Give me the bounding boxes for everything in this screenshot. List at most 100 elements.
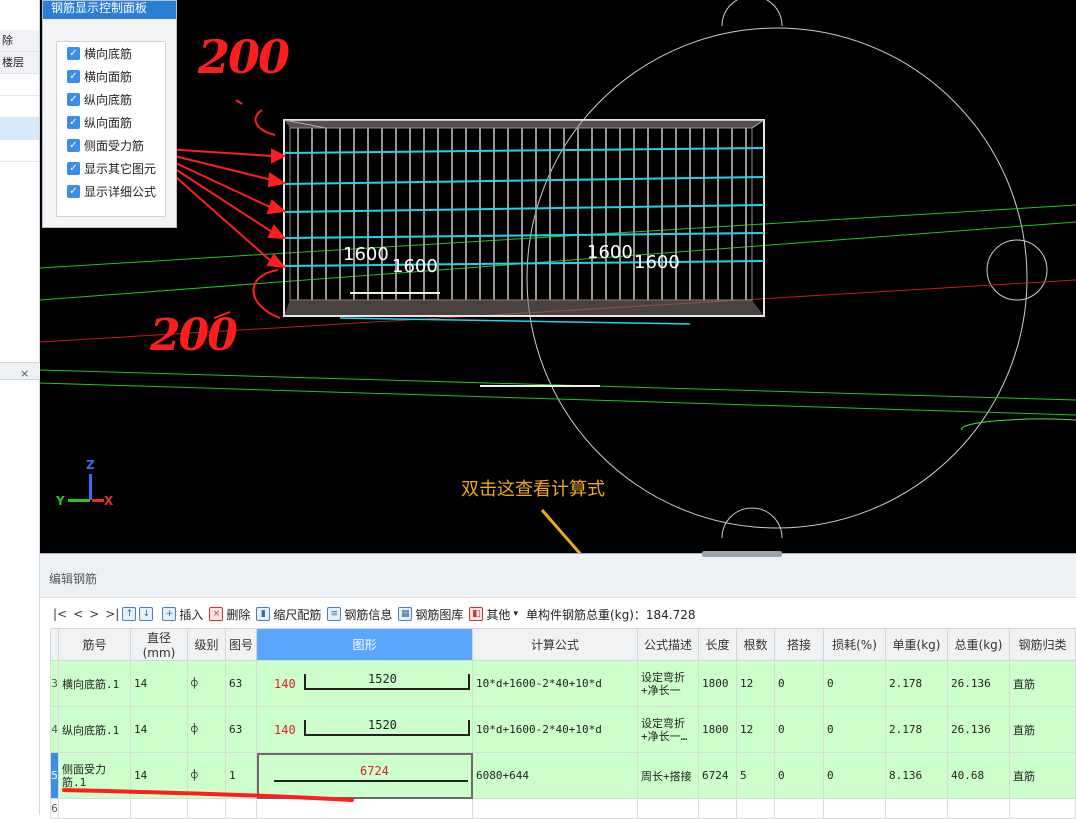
checkbox-item[interactable]: ✓ 显示其它图元 (57, 157, 165, 180)
checkbox-item[interactable]: ✓ 显示详细公式 (57, 180, 165, 203)
column-header[interactable]: 长度 (698, 628, 737, 661)
lap-cell[interactable]: 0 (774, 752, 824, 799)
length-cell[interactable]: 1800 (698, 660, 737, 707)
total-weight-cell[interactable]: 26.136 (947, 660, 1010, 707)
count-cell[interactable]: 5 (736, 752, 775, 799)
checkbox-item[interactable]: ✓ 横向底筋 (57, 42, 165, 65)
empty-cell[interactable] (472, 798, 638, 819)
left-panel-row-selected[interactable] (0, 118, 39, 140)
row-number[interactable]: 3 (50, 660, 59, 707)
total-weight-cell[interactable]: 26.136 (947, 706, 1010, 753)
lap-cell[interactable]: 0 (774, 660, 824, 707)
empty-cell[interactable] (774, 798, 824, 819)
formula-cell[interactable]: 10*d+1600-2*40+10*d (472, 706, 638, 753)
other-menu-button[interactable]: ◧ 其他 ▾ (469, 606, 518, 623)
checkbox-checked-icon[interactable]: ✓ (67, 185, 80, 198)
length-cell[interactable]: 6724 (698, 752, 737, 799)
column-header[interactable]: 单重(kg) (885, 628, 948, 661)
red-underline-mark (62, 788, 354, 802)
formula-cell[interactable]: 10*d+1600-2*40+10*d (472, 660, 638, 707)
table-row[interactable]: 4 纵向底筋.1 14 ⌽ 63 140 1520 10*d+1600-2*40… (50, 706, 1076, 753)
figure-no-cell[interactable]: 63 (225, 660, 257, 707)
close-icon[interactable]: × (20, 367, 29, 380)
checkbox-checked-icon[interactable]: ✓ (67, 116, 80, 129)
column-header[interactable]: 搭接 (774, 628, 824, 661)
left-panel-row[interactable] (0, 96, 39, 118)
grade-cell[interactable]: ⌽ (187, 706, 226, 753)
formula-desc-cell[interactable]: 周长+搭接 (637, 752, 699, 799)
loss-cell[interactable]: 0 (823, 706, 886, 753)
column-header[interactable]: 图号 (225, 628, 257, 661)
column-header[interactable]: 根数 (736, 628, 775, 661)
column-header[interactable]: 损耗(%) (823, 628, 886, 661)
rebar-library-button[interactable]: ▦ 钢筋图库 (398, 606, 463, 623)
column-header[interactable]: 级别 (187, 628, 226, 661)
column-header[interactable]: 计算公式 (472, 628, 638, 661)
category-cell[interactable]: 直筋 (1009, 660, 1076, 707)
nav-last-button[interactable]: >| (105, 607, 119, 621)
diameter-cell[interactable]: 14 (130, 706, 188, 753)
insert-button[interactable]: + 插入 (162, 606, 203, 623)
nav-first-button[interactable]: |< (53, 607, 67, 621)
shape-cell[interactable]: 140 1520 (256, 706, 473, 753)
column-header[interactable]: 钢筋归类 (1009, 628, 1076, 661)
length-cell[interactable]: 1800 (698, 706, 737, 753)
move-up-icon[interactable]: ↑ (122, 607, 137, 621)
lap-cell[interactable]: 0 (774, 706, 824, 753)
loss-cell[interactable]: 0 (823, 752, 886, 799)
checkbox-checked-icon[interactable]: ✓ (67, 93, 80, 106)
move-down-icon[interactable]: ↓ (139, 607, 154, 621)
formula-desc-cell[interactable]: 设定弯折+净长一 (637, 660, 699, 707)
row-number[interactable]: 6 (50, 798, 59, 819)
checkbox-item[interactable]: ✓ 纵向底筋 (57, 88, 165, 111)
bar-name-cell[interactable]: 横向底筋.1 (58, 660, 131, 707)
diameter-cell[interactable]: 14 (130, 660, 188, 707)
loss-cell[interactable]: 0 (823, 660, 886, 707)
unit-weight-cell[interactable]: 2.178 (885, 706, 948, 753)
column-header-active[interactable]: 图形 (256, 628, 473, 661)
figure-no-cell[interactable]: 63 (225, 706, 257, 753)
row-number[interactable]: 5 (50, 752, 59, 799)
empty-cell[interactable] (885, 798, 948, 819)
empty-cell[interactable] (637, 798, 699, 819)
delete-button[interactable]: × 删除 (209, 606, 250, 623)
grade-cell[interactable]: ⌽ (187, 660, 226, 707)
checkbox-item[interactable]: ✓ 纵向面筋 (57, 111, 165, 134)
left-panel-row[interactable] (0, 74, 39, 96)
rebar-info-button[interactable]: ≡ 钢筋信息 (327, 606, 392, 623)
empty-cell[interactable] (698, 798, 737, 819)
scale-rebar-button[interactable]: ▮ 缩尺配筋 (256, 606, 321, 623)
column-header[interactable]: 公式描述 (637, 628, 699, 661)
column-header[interactable]: 筋号 (58, 628, 131, 661)
category-cell[interactable]: 直筋 (1009, 706, 1076, 753)
checkbox-checked-icon[interactable]: ✓ (67, 70, 80, 83)
empty-cell[interactable] (1009, 798, 1076, 819)
formula-cell[interactable]: 6080+644 (472, 752, 638, 799)
left-panel-row[interactable] (0, 140, 39, 162)
unit-weight-cell[interactable]: 2.178 (885, 660, 948, 707)
total-weight-cell[interactable]: 40.68 (947, 752, 1010, 799)
nav-prev-button[interactable]: < (73, 607, 83, 621)
empty-cell[interactable] (736, 798, 775, 819)
category-cell[interactable]: 直筋 (1009, 752, 1076, 799)
table-row[interactable]: 3 横向底筋.1 14 ⌽ 63 140 1520 10*d+1600-2*40… (50, 660, 1076, 707)
resize-grip[interactable] (702, 551, 782, 557)
column-header[interactable]: 直径(mm) (130, 628, 188, 661)
count-cell[interactable]: 12 (736, 706, 775, 753)
count-cell[interactable]: 12 (736, 660, 775, 707)
checkbox-item[interactable]: ✓ 横向面筋 (57, 65, 165, 88)
checkbox-checked-icon[interactable]: ✓ (67, 139, 80, 152)
unit-weight-cell[interactable]: 8.136 (885, 752, 948, 799)
column-header[interactable]: 总重(kg) (947, 628, 1010, 661)
empty-cell[interactable] (823, 798, 886, 819)
empty-cell[interactable] (947, 798, 1010, 819)
checkbox-item[interactable]: ✓ 侧面受力筋 (57, 134, 165, 157)
bar-name-cell[interactable]: 纵向底筋.1 (58, 706, 131, 753)
checkbox-checked-icon[interactable]: ✓ (67, 47, 80, 60)
checkbox-checked-icon[interactable]: ✓ (67, 162, 80, 175)
shape-cell[interactable]: 140 1520 (256, 660, 473, 707)
formula-desc-cell[interactable]: 设定弯折+净长一… (637, 706, 699, 753)
row-number[interactable]: 4 (50, 706, 59, 753)
nav-next-button[interactable]: > (89, 607, 99, 621)
rebar-3d-viewport[interactable]: 1600 1600 1600 1600 200 200 双击这查看计算式 Z Y… (40, 0, 1076, 553)
